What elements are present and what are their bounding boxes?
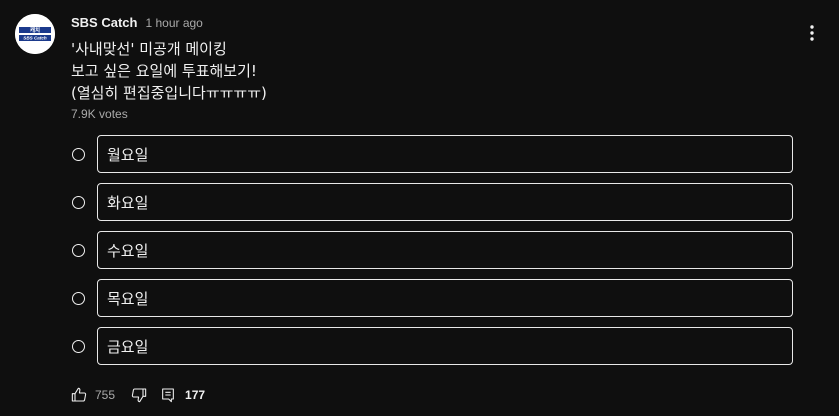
post-time[interactable]: 1 hour ago (145, 16, 202, 30)
channel-name[interactable]: SBS Catch (71, 15, 137, 30)
more-options-button[interactable] (800, 20, 824, 46)
radio-button[interactable] (72, 196, 85, 209)
avatar[interactable]: 캐치 SBS Catch (15, 14, 55, 54)
radio-button[interactable] (72, 148, 85, 161)
poll-option-label[interactable]: 화요일 (97, 183, 793, 221)
avatar-text-bottom: SBS Catch (23, 36, 47, 41)
thumb-down-icon (131, 388, 147, 403)
sbs-catch-logo: 캐치 SBS Catch (15, 14, 55, 54)
comments-button[interactable]: 177 (160, 387, 205, 403)
poll-option[interactable]: 수요일 (70, 231, 793, 269)
radio-button[interactable] (72, 244, 85, 257)
comment-icon (162, 388, 174, 403)
thumb-up-icon (71, 387, 87, 402)
post-header: SBS Catch 1 hour ago (71, 15, 203, 30)
radio-button[interactable] (72, 292, 85, 305)
like-count: 755 (95, 388, 116, 402)
poll-option[interactable]: 금요일 (70, 327, 793, 365)
post-line: '사내맞선' 미공개 메이킹 (71, 40, 227, 58)
action-bar: 755 177 (71, 387, 205, 403)
poll-option[interactable]: 목요일 (70, 279, 793, 317)
post-line: 보고 싶은 요일에 투표해보기! (71, 62, 257, 80)
poll-options: 월요일 화요일 수요일 목요일 금요일 (70, 135, 793, 375)
post-text: '사내맞선' 미공개 메이킹 보고 싶은 요일에 투표해보기! (열심히 편집중… (71, 38, 267, 104)
poll-option-label[interactable]: 금요일 (97, 327, 793, 365)
poll-option-label[interactable]: 목요일 (97, 279, 793, 317)
poll-option-label[interactable]: 월요일 (97, 135, 793, 173)
dislike-button[interactable] (131, 387, 147, 403)
comment-count: 177 (185, 388, 206, 402)
more-vert-icon (810, 25, 814, 41)
like-button[interactable]: 755 (71, 387, 115, 403)
vote-count: 7.9K votes (71, 107, 128, 121)
radio-button[interactable] (72, 340, 85, 353)
poll-option[interactable]: 월요일 (70, 135, 793, 173)
post-line: (열심히 편집중입니다ㅠㅠㅠㅠ) (71, 84, 267, 102)
avatar-text-top: 캐치 (30, 26, 40, 34)
poll-option[interactable]: 화요일 (70, 183, 793, 221)
poll-option-label[interactable]: 수요일 (97, 231, 793, 269)
